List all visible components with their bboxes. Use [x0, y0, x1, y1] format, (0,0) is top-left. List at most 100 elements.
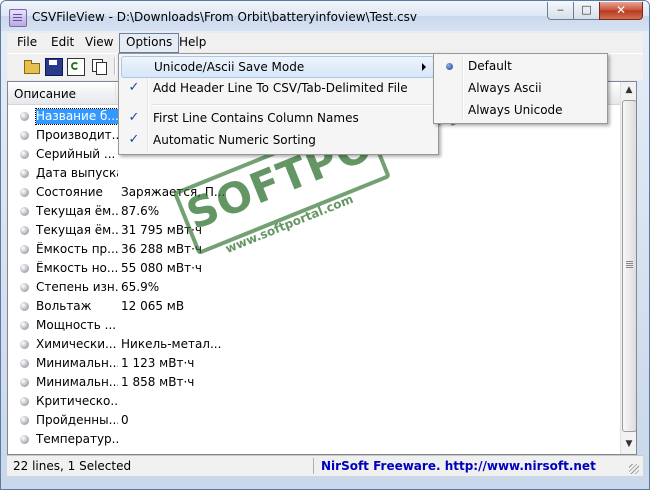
table-row[interactable]: Состояние Заряжается, П...	[8, 183, 620, 202]
title-bar[interactable]: CSVFileView - D:\Downloads\From Orbit\ba…	[1, 1, 649, 31]
row-name: Текущая ём...	[36, 223, 118, 237]
scroll-up-icon[interactable]: ▲	[622, 82, 636, 98]
refresh-icon[interactable]	[67, 58, 85, 76]
table-row[interactable]: Текущая ём... 87.6%	[8, 202, 620, 221]
row-name: Текущая ём...	[36, 204, 118, 218]
row-value	[121, 318, 231, 333]
row-bullet-icon	[20, 397, 29, 406]
status-separator	[313, 458, 314, 474]
menu-bar: File Edit View Options Help	[7, 33, 643, 53]
menu-edit[interactable]: Edit	[45, 33, 80, 51]
menu-item-label: Always Unicode	[468, 103, 563, 117]
table-row[interactable]: Минимальн... 1 123 мВт·ч	[8, 354, 620, 373]
row-name: Производит...	[36, 128, 118, 142]
close-button[interactable]: ✕	[599, 2, 643, 20]
vertical-scrollbar[interactable]: ▲ ▼	[620, 82, 636, 454]
table-row[interactable]: Дата выпуска	[8, 164, 620, 183]
column-header-description[interactable]: Описание	[8, 82, 116, 104]
row-name: Минимальн...	[36, 375, 118, 389]
checkmark-icon: ✓	[128, 110, 140, 125]
row-value: 36 288 мВт·ч	[121, 242, 202, 256]
row-value: Никель-метал...	[121, 337, 222, 351]
options-menu: Unicode/Ascii Save Mode ✓ Add Header Lin…	[118, 53, 439, 155]
menu-item-label: First Line Contains Column Names	[153, 111, 359, 125]
row-value: 65.9%	[121, 280, 160, 294]
toolbar-separator	[114, 57, 116, 75]
row-bullet-icon	[20, 188, 29, 197]
row-name: Ёмкость но...	[36, 261, 118, 275]
menu-item-first-line-column-names[interactable]: ✓ First Line Contains Column Names	[121, 108, 434, 130]
save-icon[interactable]	[45, 58, 63, 76]
table-row[interactable]: Химически... Никель-метал...	[8, 335, 620, 354]
menu-item-save-mode[interactable]: Unicode/Ascii Save Mode	[121, 56, 434, 78]
menu-help[interactable]: Help	[173, 33, 212, 51]
row-value	[121, 432, 231, 447]
row-name: Пройденны...	[36, 413, 118, 427]
submenu-arrow-icon	[422, 63, 426, 71]
row-bullet-icon	[20, 150, 29, 159]
submenu-item-default[interactable]: Default	[436, 56, 603, 78]
row-bullet-icon	[20, 416, 29, 425]
row-bullet-icon	[20, 264, 29, 273]
scroll-down-icon[interactable]: ▼	[622, 436, 636, 452]
table-row[interactable]: Температур...	[8, 430, 620, 449]
row-value: 1 858 мВт·ч	[121, 375, 195, 389]
resize-grip-icon[interactable]	[629, 464, 639, 474]
menu-item-add-header-line[interactable]: ✓ Add Header Line To CSV/Tab-Delimited F…	[121, 78, 434, 100]
row-bullet-icon	[20, 131, 29, 140]
table-row[interactable]: Критическо...	[8, 392, 620, 411]
menu-item-label: Add Header Line To CSV/Tab-Delimited Fil…	[153, 81, 408, 95]
row-bullet-icon	[20, 302, 29, 311]
table-row[interactable]: Пройденны... 0	[8, 411, 620, 430]
row-name: Название б...	[35, 108, 119, 125]
row-name: Химически...	[36, 337, 117, 351]
menu-item-numeric-sorting[interactable]: ✓ Automatic Numeric Sorting	[121, 130, 434, 152]
menu-file[interactable]: File	[11, 33, 43, 51]
copy-icon[interactable]	[91, 58, 107, 75]
window-title: CSVFileView - D:\Downloads\From Orbit\ba…	[32, 10, 417, 24]
row-bullet-icon	[20, 226, 29, 235]
menu-separator	[151, 104, 433, 106]
row-value	[121, 166, 231, 181]
radio-dot-icon	[446, 63, 453, 70]
row-value: 12 065 мВ	[121, 299, 185, 313]
row-bullet-icon	[20, 283, 29, 292]
app-icon	[9, 9, 27, 27]
table-row[interactable]: Минимальн... 1 858 мВт·ч	[8, 373, 620, 392]
table-row[interactable]: Степень изн... 65.9%	[8, 278, 620, 297]
row-bullet-icon	[20, 378, 29, 387]
table-row[interactable]: Мощность ...	[8, 316, 620, 335]
status-nirsoft-link[interactable]: NirSoft Freeware. http://www.nirsoft.net	[321, 459, 596, 473]
status-line-count: 22 lines, 1 Selected	[13, 459, 132, 473]
row-bullet-icon	[20, 207, 29, 216]
table-row[interactable]: Текущая ём... 31 795 мВт·ч	[8, 221, 620, 240]
row-value: 0	[121, 413, 129, 427]
table-row[interactable]: Ёмкость пр... 36 288 мВт·ч	[8, 240, 620, 259]
row-bullet-icon	[20, 359, 29, 368]
open-folder-icon[interactable]	[23, 58, 40, 74]
row-bullet-icon	[20, 169, 29, 178]
row-bullet-icon	[20, 245, 29, 254]
table-row[interactable]: Вольтаж 12 065 мВ	[8, 297, 620, 316]
scroll-thumb[interactable]	[622, 100, 636, 432]
row-bullet-icon	[20, 435, 29, 444]
row-value	[121, 394, 231, 409]
checkmark-icon: ✓	[128, 132, 140, 147]
row-value: 55 080 мВт·ч	[121, 261, 202, 275]
row-bullet-icon	[20, 112, 29, 121]
menu-item-label: Automatic Numeric Sorting	[153, 133, 316, 147]
row-name: Минимальн...	[36, 356, 118, 370]
row-value: Заряжается, П...	[121, 185, 226, 199]
submenu-item-always-unicode[interactable]: Always Unicode	[436, 100, 603, 122]
menu-options[interactable]: Options	[119, 33, 180, 53]
row-name: Мощность ...	[36, 318, 117, 332]
maximize-button[interactable]: □	[573, 2, 600, 20]
menu-view[interactable]: View	[79, 33, 119, 51]
minimize-button[interactable]: ‒	[547, 2, 574, 20]
row-name: Дата выпуска	[36, 166, 118, 180]
row-bullet-icon	[20, 340, 29, 349]
submenu-item-always-ascii[interactable]: Always Ascii	[436, 78, 603, 100]
table-row[interactable]: Ёмкость но... 55 080 мВт·ч	[8, 259, 620, 278]
row-name: Состояние	[36, 185, 103, 199]
status-bar: 22 lines, 1 Selected NirSoft Freeware. h…	[7, 455, 643, 476]
